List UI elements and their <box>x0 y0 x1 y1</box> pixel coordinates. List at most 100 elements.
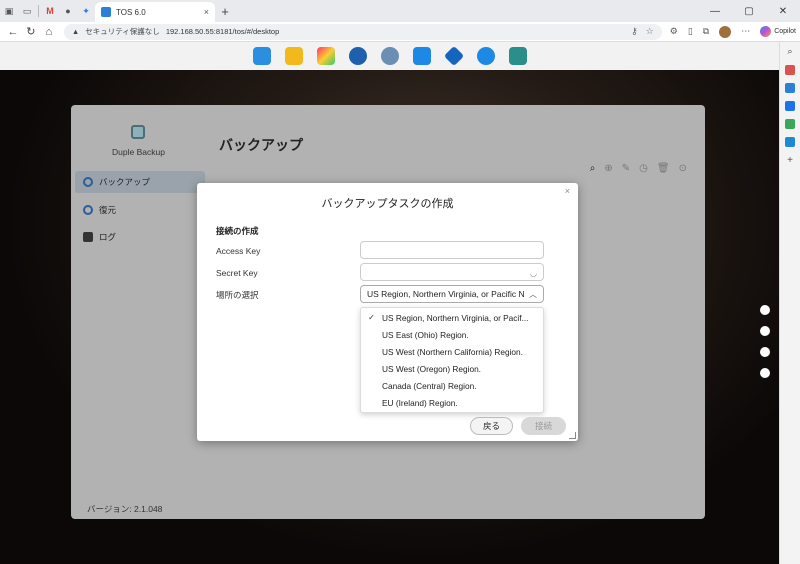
back-button[interactable]: 戻る <box>470 417 513 435</box>
home-icon[interactable]: ⌂ <box>40 26 58 38</box>
location-selected-value: US Region, Northern Virginia, or Pacific… <box>367 289 525 299</box>
checkmark-icon: ✓ <box>368 313 375 322</box>
access-key-input[interactable] <box>360 241 544 259</box>
collections-icon[interactable]: ⧉ <box>703 26 709 37</box>
desktop-widgets <box>760 305 770 378</box>
copilot-icon <box>760 26 772 37</box>
maximize-icon[interactable]: ▢ <box>732 6 766 17</box>
more-icon[interactable]: ⋯ <box>741 26 750 37</box>
workspaces-icon[interactable]: ▣ <box>0 0 18 22</box>
office-icon[interactable] <box>785 119 795 129</box>
app-sidebar: Duple Backup バックアップ 復元 ログ バージョン: 2.1.048 <box>71 105 211 519</box>
edge-sidebar: ⌕ + <box>779 42 800 564</box>
dropdown-option[interactable]: US West (Northern California) Region. <box>361 343 543 360</box>
minimize-icon[interactable]: — <box>698 6 732 17</box>
sparkle-tab-icon[interactable]: ✦ <box>77 0 95 22</box>
dropdown-option[interactable]: ✓ US Region, Northern Virginia, or Pacif… <box>361 309 543 326</box>
app-center-icon[interactable] <box>252 47 271 65</box>
option-label: US East (Ohio) Region. <box>382 329 469 340</box>
dropdown-option[interactable]: Canada (Central) Region. <box>361 377 543 394</box>
refresh-icon[interactable]: ↻ <box>22 25 40 38</box>
chat-icon[interactable] <box>760 326 770 336</box>
active-tab[interactable]: TOS 6.0 × <box>95 2 215 22</box>
dropdown-option[interactable]: US East (Ohio) Region. <box>361 326 543 343</box>
dropdown-option[interactable]: US West (Oregon) Region. <box>361 360 543 377</box>
tab-actions-icon[interactable]: ▭ <box>18 0 36 22</box>
chevron-up-icon: ︿ <box>529 289 537 299</box>
duple-backup-logo-icon <box>131 125 145 139</box>
duple-backup-icon[interactable] <box>508 47 527 65</box>
notification-bell-icon[interactable] <box>760 347 770 357</box>
monitor-icon[interactable] <box>760 305 770 315</box>
split-icon[interactable]: ▯ <box>688 26 693 37</box>
support-icon[interactable] <box>476 47 495 65</box>
connect-button[interactable]: 接続 <box>521 417 566 435</box>
location-dropdown: ✓ US Region, Northern Virginia, or Pacif… <box>360 307 544 413</box>
address-bar-row: ← ↻ ⌂ ▲ セキュリティ保護なし 192.168.50.55:8181/to… <box>0 22 800 42</box>
copilot-label: Copilot <box>774 28 796 35</box>
security-icon[interactable] <box>443 45 464 67</box>
dialog-title: バックアップタスクの作成 <box>321 198 454 210</box>
info-icon[interactable]: ⊙ <box>679 163 687 174</box>
copilot-button[interactable]: Copilot <box>760 26 796 37</box>
favorite-star-icon[interactable]: ☆ <box>646 26 654 37</box>
page-title: バックアップ <box>219 137 303 153</box>
address-input[interactable]: ▲ セキュリティ保護なし 192.168.50.55:8181/tos/#/de… <box>63 23 662 40</box>
tools-icon[interactable] <box>785 83 795 93</box>
log-icon <box>83 232 93 242</box>
search-icon[interactable]: ⌕ <box>787 46 792 57</box>
avatar[interactable] <box>719 25 732 38</box>
resize-handle[interactable] <box>569 432 576 439</box>
extensions-icon[interactable]: ⚙ <box>670 26 678 37</box>
browser-tab-bar: ▣ ▭ M ● ✦ TOS 6.0 × + — ▢ ✕ <box>0 0 800 22</box>
help-icon[interactable] <box>760 368 770 378</box>
dropdown-option[interactable]: EU (Ireland) Region. <box>361 394 543 411</box>
restore-icon <box>83 205 93 215</box>
location-select[interactable]: US Region, Northern Virginia, or Pacific… <box>360 285 544 303</box>
pinned-tab-icon[interactable]: ● <box>59 0 77 22</box>
secret-key-input[interactable] <box>360 263 544 281</box>
task-toolbar: ⌕ ⊕ ✎ ◷ 🗑 ⊙ <box>590 163 687 174</box>
access-key-label: Access Key <box>216 246 261 256</box>
tab-close-icon[interactable]: × <box>204 7 209 17</box>
sidebar-item-log[interactable]: ログ <box>75 226 205 248</box>
section-title: 接続の作成 <box>216 226 259 236</box>
back-icon[interactable]: ← <box>4 26 22 38</box>
warning-icon: ▲ <box>71 27 80 36</box>
clock-icon[interactable] <box>348 47 367 65</box>
key-icon[interactable]: ⚷ <box>631 26 638 37</box>
settings-icon[interactable] <box>380 47 399 65</box>
option-label: US West (Oregon) Region. <box>382 363 481 374</box>
run-icon[interactable]: ◷ <box>639 163 648 174</box>
app-name: Duple Backup <box>112 147 165 157</box>
store-icon[interactable] <box>412 47 431 65</box>
close-window-icon[interactable]: ✕ <box>766 6 800 17</box>
security-warning: セキュリティ保護なし <box>85 27 160 36</box>
new-tab-button[interactable]: + <box>215 4 235 19</box>
tos-favicon-icon <box>101 7 111 17</box>
add-icon[interactable]: + <box>787 155 793 166</box>
secret-key-label: Secret Key <box>216 268 258 278</box>
delete-icon[interactable]: 🗑 <box>657 163 670 174</box>
gmail-tab-icon[interactable]: M <box>41 0 59 22</box>
option-label: US West (Northern California) Region. <box>382 346 523 357</box>
photos-icon[interactable] <box>316 47 335 65</box>
add-task-icon[interactable]: ⊕ <box>604 163 612 174</box>
shopping-icon[interactable] <box>785 65 795 75</box>
sidebar-item-backup[interactable]: バックアップ <box>75 171 205 193</box>
version-label: バージョン: 2.1.048 <box>87 504 163 514</box>
bing-icon[interactable] <box>785 137 795 147</box>
sidebar-item-label: バックアップ <box>99 177 151 187</box>
toolbar-right: ⚙ ▯ ⧉ ⋯ Copilot <box>670 25 796 38</box>
edit-icon[interactable]: ✎ <box>622 163 630 174</box>
sidebar-item-label: ログ <box>99 232 117 242</box>
outlook-icon[interactable] <box>785 101 795 111</box>
show-password-icon[interactable]: ◡ <box>530 269 537 278</box>
sidebar-item-label: 復元 <box>99 205 117 215</box>
option-label: US Region, Northern Virginia, or Pacif..… <box>382 312 529 323</box>
file-manager-icon[interactable] <box>284 47 303 65</box>
create-backup-dialog: × バックアップタスクの作成 接続の作成 Access Key Secret K… <box>197 183 578 441</box>
divider <box>38 5 39 17</box>
sidebar-item-restore[interactable]: 復元 <box>75 199 205 221</box>
search-icon[interactable]: ⌕ <box>590 163 596 174</box>
